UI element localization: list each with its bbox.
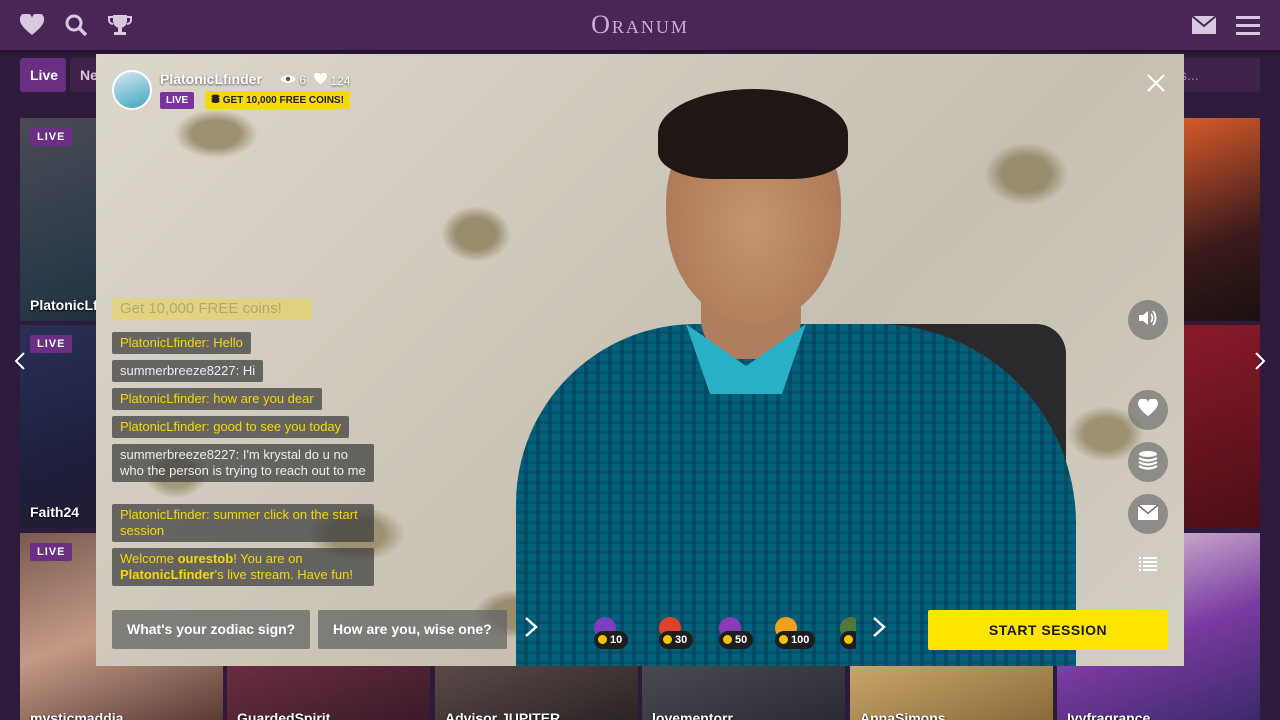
volume-button[interactable] bbox=[1128, 300, 1168, 340]
coins-button[interactable] bbox=[1128, 442, 1168, 482]
filter-live-tab[interactable]: Live bbox=[20, 58, 66, 92]
faded-chat-message: Get 10,000 FREE coins! bbox=[112, 298, 312, 320]
gift-item[interactable]: 100 bbox=[771, 617, 816, 651]
mail-icon[interactable] bbox=[1191, 12, 1217, 38]
welcome-message: Welcome ourestob! You are on PlatonicLfi… bbox=[112, 548, 374, 586]
card-name: lovementorr bbox=[652, 710, 733, 720]
live-badge: LIVE bbox=[30, 128, 73, 146]
chat-message: PlatonicLfinder: how are you dear bbox=[112, 388, 322, 410]
card-right-middle[interactable] bbox=[1184, 325, 1260, 528]
card-name: GuardedSpirit bbox=[237, 710, 331, 720]
favorite-button[interactable] bbox=[1128, 390, 1168, 430]
chat-message: PlatonicLfinder: Hello bbox=[112, 332, 251, 354]
performer-name[interactable]: PlatonicLfinder bbox=[160, 71, 262, 87]
gift-item[interactable]: 50 bbox=[715, 617, 755, 651]
quick-question-button[interactable]: What's your zodiac sign? bbox=[112, 610, 311, 649]
card-guardedspirit[interactable]: GuardedSpirit bbox=[227, 666, 430, 720]
chat-message: summerbreeze8227: I'm krystal do u no wh… bbox=[112, 444, 374, 482]
gift-item[interactable]: 10 bbox=[590, 617, 630, 651]
chat-message: PlatonicLfinder: good to see you today bbox=[112, 416, 350, 438]
card-name: Advisor JUPITER bbox=[445, 710, 561, 720]
grid-prev-arrow[interactable] bbox=[14, 350, 26, 376]
video-performer bbox=[476, 74, 1096, 666]
heart-icon bbox=[1138, 397, 1158, 422]
close-icon[interactable] bbox=[1144, 72, 1168, 96]
card-name: Faith24 bbox=[30, 504, 80, 520]
likes-count: 124 bbox=[313, 72, 350, 88]
card-lovementorr[interactable]: lovementorr bbox=[642, 666, 845, 720]
chat-list-button[interactable] bbox=[1128, 546, 1168, 586]
chat-message: summerbreeze8227: Hi bbox=[112, 360, 264, 382]
card-annasimons[interactable]: AnnaSimons bbox=[850, 666, 1053, 720]
heart-icon bbox=[313, 72, 328, 88]
grid-next-arrow[interactable] bbox=[1254, 350, 1266, 376]
viewers-count: 6 bbox=[280, 73, 306, 87]
chat-message: PlatonicLfinder: summer click on the sta… bbox=[112, 504, 374, 542]
stream-header: PlatonicLfinder 6 124 LIVE GET 10,000 FR… bbox=[112, 70, 412, 114]
coins-icon bbox=[1138, 450, 1158, 475]
list-icon bbox=[1139, 556, 1157, 577]
oranum-logo[interactable]: Oranum bbox=[0, 10, 1280, 40]
card-name: mysticmaddia bbox=[30, 710, 124, 720]
live-badge: LIVE bbox=[160, 92, 195, 109]
questions-next-arrow[interactable] bbox=[524, 614, 538, 644]
gift-item[interactable]: 30 bbox=[655, 617, 695, 651]
card-right-top[interactable] bbox=[1184, 118, 1260, 321]
live-stream-modal: PlatonicLfinder 6 124 LIVE GET 10,000 FR… bbox=[96, 54, 1184, 666]
start-session-button[interactable]: START SESSION bbox=[928, 610, 1168, 650]
card-advisor-jupiter[interactable]: Advisor JUPITER bbox=[435, 666, 638, 720]
menu-icon[interactable] bbox=[1235, 12, 1261, 38]
top-bar: Oranum bbox=[0, 0, 1280, 50]
mail-icon bbox=[1137, 503, 1159, 525]
quick-question-button[interactable]: How are you, wise one? bbox=[318, 610, 507, 649]
live-badge: LIVE bbox=[30, 543, 73, 561]
card-name: Ivyfragrance bbox=[1067, 710, 1151, 720]
live-badge: LIVE bbox=[30, 335, 73, 353]
speaker-icon bbox=[1138, 309, 1158, 332]
card-name: PlatonicLfi bbox=[30, 297, 102, 313]
gifts-next-arrow[interactable] bbox=[872, 614, 886, 644]
performer-avatar[interactable] bbox=[112, 70, 152, 110]
gift-item[interactable] bbox=[836, 617, 856, 651]
eye-icon bbox=[280, 73, 296, 87]
coins-icon bbox=[211, 94, 220, 106]
free-coins-badge[interactable]: GET 10,000 FREE COINS! bbox=[205, 91, 350, 109]
card-name: AnnaSimons bbox=[860, 710, 946, 720]
message-button[interactable] bbox=[1128, 494, 1168, 534]
